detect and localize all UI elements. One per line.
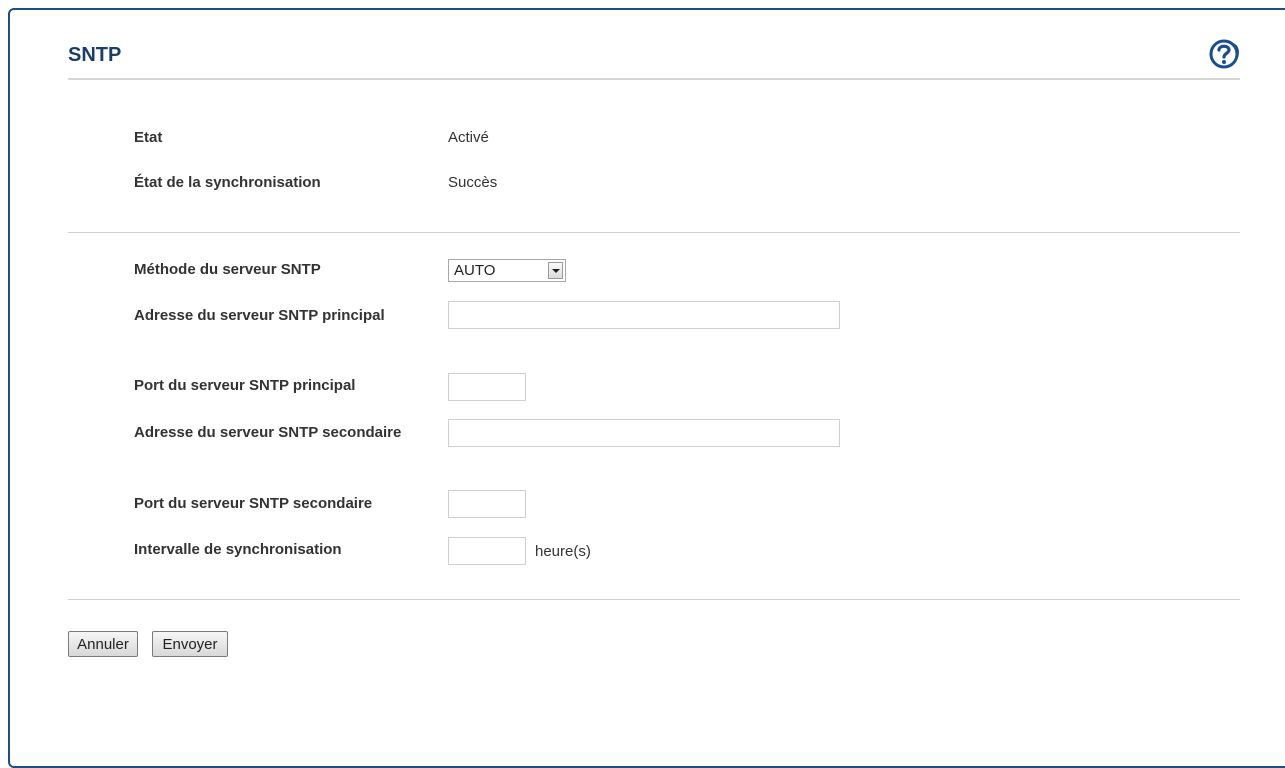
primary-port-input[interactable] <box>448 373 526 401</box>
interval-input[interactable] <box>448 537 526 565</box>
submit-button[interactable]: Envoyer <box>152 631 228 657</box>
title-divider <box>68 78 1240 80</box>
method-select[interactable]: AUTO <box>448 259 566 282</box>
sync-state-label: État de la synchronisation <box>134 174 321 191</box>
method-label: Méthode du serveur SNTP <box>134 261 321 278</box>
method-select-value: AUTO <box>454 262 496 279</box>
primary-address-input[interactable] <box>448 301 840 329</box>
secondary-address-label: Adresse du serveur SNTP secondaire <box>134 424 402 441</box>
help-question-icon[interactable] <box>1208 38 1240 70</box>
page-title: SNTP <box>68 44 122 66</box>
cancel-button[interactable]: Annuler <box>68 631 138 657</box>
footer-divider <box>68 599 1240 600</box>
interval-unit: heure(s) <box>535 543 591 560</box>
primary-address-label: Adresse du serveur SNTP principal <box>134 307 385 324</box>
chevron-down-icon[interactable] <box>548 262 563 279</box>
secondary-port-label: Port du serveur SNTP secondaire <box>134 495 373 512</box>
sync-state-value: Succès <box>448 174 498 191</box>
state-label: Etat <box>134 129 163 146</box>
section-divider <box>68 232 1240 233</box>
secondary-address-input[interactable] <box>448 419 840 447</box>
state-value: Activé <box>448 129 489 146</box>
primary-port-label: Port du serveur SNTP principal <box>134 377 356 394</box>
interval-label: Intervalle de synchronisation <box>134 541 342 558</box>
secondary-port-input[interactable] <box>448 490 526 518</box>
